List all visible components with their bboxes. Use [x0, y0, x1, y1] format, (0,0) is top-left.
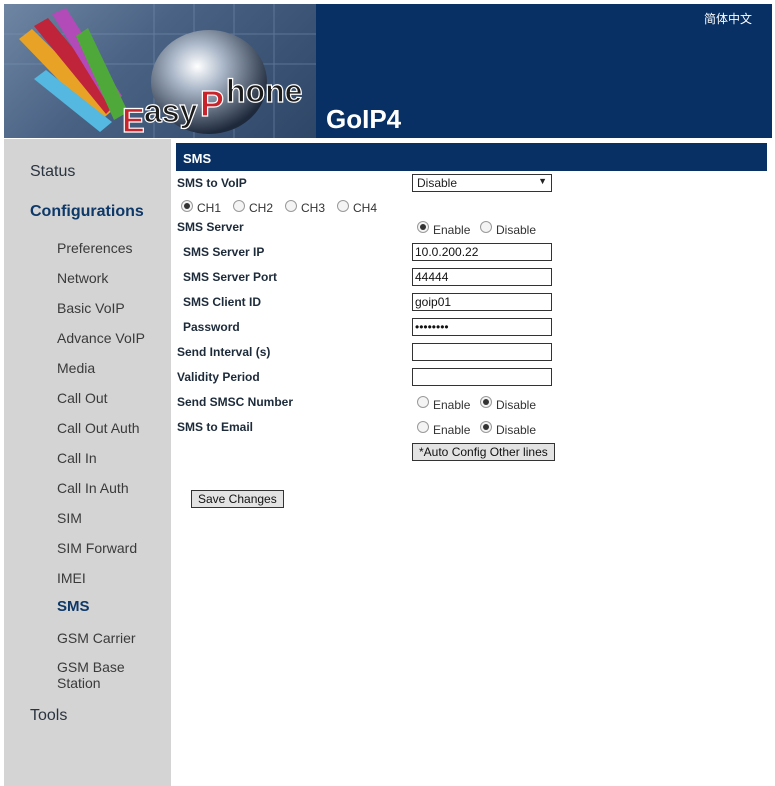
sms-server-label: SMS Server [177, 220, 244, 234]
svg-text:P: P [200, 83, 224, 124]
auto-config-button[interactable]: *Auto Config Other lines [412, 443, 555, 461]
sms-server-ip-input[interactable] [412, 243, 552, 261]
sms-client-id-label: SMS Client ID [183, 295, 262, 309]
validity-period-label: Validity Period [177, 370, 260, 384]
save-changes-button[interactable]: Save Changes [191, 490, 284, 508]
nav-status[interactable]: Status [30, 163, 75, 181]
nav-item-sim-forward[interactable]: SIM Forward [57, 540, 137, 556]
ch3-label: CH3 [301, 201, 326, 215]
send-smsc-disable-label: Disable [496, 398, 537, 412]
ch1-radio[interactable] [181, 200, 193, 212]
section-title-bar: SMS [176, 143, 767, 171]
sms-server-enable-radio[interactable] [417, 221, 429, 233]
device-title: GoIP4 [326, 104, 402, 134]
validity-period-input[interactable] [412, 368, 552, 386]
svg-text:asy: asy [144, 93, 198, 129]
nav-item-basic-voip[interactable]: Basic VoIP [57, 300, 125, 316]
nav-tools[interactable]: Tools [30, 707, 67, 725]
easyphone-logo: E asy P hone [4, 4, 316, 138]
nav-item-gsm-carrier[interactable]: GSM Carrier [57, 630, 136, 646]
ch1-label: CH1 [197, 201, 222, 215]
sms-to-email-disable-label: Disable [496, 423, 537, 437]
sms-to-email-disable-radio[interactable] [480, 421, 492, 433]
sms-client-id-input[interactable] [412, 293, 552, 311]
ch4-label: CH4 [353, 201, 378, 215]
send-interval-label: Send Interval (s) [177, 345, 271, 359]
language-link[interactable]: 简体中文 [704, 10, 752, 27]
sms-to-voip-select[interactable]: Disable ▼ [412, 174, 552, 192]
svg-text:E: E [122, 102, 145, 138]
sms-server-port-label: SMS Server Port [183, 270, 278, 284]
send-smsc-label: Send SMSC Number [177, 395, 294, 409]
nav-item-call-in-auth[interactable]: Call In Auth [57, 480, 129, 496]
nav-item-sim[interactable]: SIM [57, 510, 82, 526]
nav-item-media[interactable]: Media [57, 360, 95, 376]
nav-item-gsm-base-station[interactable]: GSM Base Station [57, 659, 147, 691]
sms-server-ip-label: SMS Server IP [183, 245, 265, 259]
sms-server-disable-radio[interactable] [480, 221, 492, 233]
ch3-radio[interactable] [285, 200, 297, 212]
sms-server-port-input[interactable] [412, 268, 552, 286]
nav-item-preferences[interactable]: Preferences [57, 240, 132, 256]
nav-item-call-in[interactable]: Call In [57, 450, 97, 466]
sidebar: Status Configurations Preferences Networ… [4, 139, 171, 786]
password-label: Password [183, 320, 240, 334]
ch4-radio[interactable] [337, 200, 349, 212]
ch2-label: CH2 [249, 201, 274, 215]
nav-item-call-out[interactable]: Call Out [57, 390, 108, 406]
nav-item-call-out-auth[interactable]: Call Out Auth [57, 420, 140, 436]
ch2-radio[interactable] [233, 200, 245, 212]
sms-to-voip-value: Disable [417, 176, 458, 190]
chevron-down-icon: ▼ [538, 176, 547, 186]
sms-to-voip-label: SMS to VoIP [177, 176, 247, 190]
password-input[interactable] [412, 318, 552, 336]
nav-item-imei[interactable]: IMEI [57, 570, 86, 586]
send-smsc-enable-radio[interactable] [417, 396, 429, 408]
send-smsc-enable-label: Enable [433, 398, 471, 412]
sms-server-disable-label: Disable [496, 223, 537, 237]
nav-configurations[interactable]: Configurations [30, 203, 144, 221]
sms-to-email-enable-label: Enable [433, 423, 471, 437]
send-interval-input[interactable] [412, 343, 552, 361]
nav-item-network[interactable]: Network [57, 270, 108, 286]
header-banner: E asy P hone 简体中文 GoIP4 [4, 4, 772, 138]
nav-item-advance-voip[interactable]: Advance VoIP [57, 330, 145, 346]
nav-item-sms[interactable]: SMS [57, 599, 90, 615]
sms-server-enable-label: Enable [433, 223, 471, 237]
send-smsc-disable-radio[interactable] [480, 396, 492, 408]
svg-text:hone: hone [226, 73, 302, 109]
sms-to-email-label: SMS to Email [177, 420, 254, 434]
sms-to-email-enable-radio[interactable] [417, 421, 429, 433]
